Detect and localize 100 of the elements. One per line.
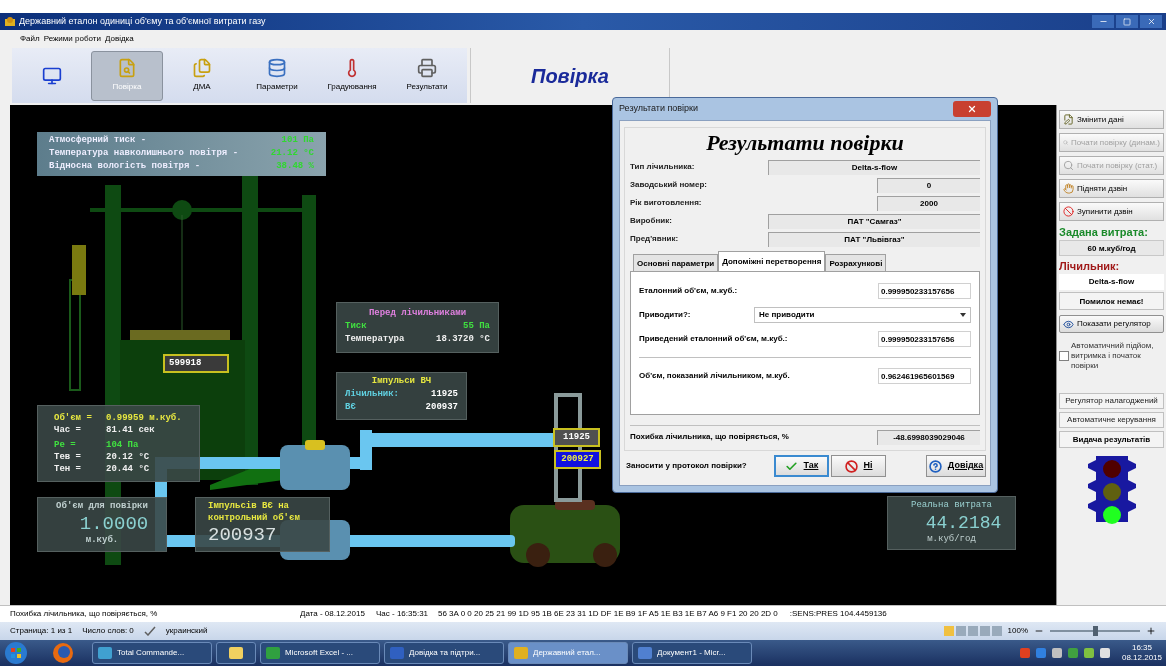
window-title: Державний еталон одиниці об'єму та об'ємної витрати газу (19, 14, 266, 28)
minimize-button[interactable] (1092, 15, 1114, 28)
maximize-icon (1123, 17, 1131, 26)
value-field: 0 (877, 177, 980, 193)
tab[interactable]: Розрахункові (825, 254, 887, 271)
toolbar-button[interactable]: Параметри (241, 50, 313, 101)
reading-label: Тиск (345, 320, 367, 333)
measurement-row: Об'єм = 0.99959 м.куб. (54, 412, 183, 424)
close-icon (1146, 17, 1156, 26)
word-count: Число слов: 0 (82, 625, 134, 637)
zoom-slider[interactable] (1050, 626, 1140, 636)
tab[interactable]: Допоміжні перетворення (718, 251, 826, 271)
search-icon (1063, 137, 1069, 148)
error-value-field: -48.6998039029046 (877, 429, 980, 445)
reading-label: Лічильник: (345, 388, 399, 401)
program-icon (389, 645, 405, 661)
side-button[interactable]: Підняти дзвін (1059, 179, 1164, 198)
field-label: Рік виготовлення: (630, 197, 702, 209)
bell-counter: 599918 (163, 354, 229, 373)
menu-item[interactable]: Режими роботи (43, 33, 101, 45)
value-field[interactable]: 0.962461965601569 (878, 368, 971, 384)
reading-value: 101 Па (281, 134, 314, 147)
reading-value: 200937 (425, 401, 458, 414)
zoom-in-icon[interactable] (1146, 626, 1156, 636)
field-label: Приведений еталонний об'єм, м.куб.: (639, 333, 788, 345)
side-button[interactable]: Змінити дані (1059, 110, 1164, 129)
checkbox-label: Автоматичний підйом, витримка і початок повірки (1071, 341, 1155, 371)
prompt-text: Заносити у протокол повірки? (626, 460, 748, 472)
close-icon (967, 104, 977, 114)
panel-title: Об'єм для повірки (56, 500, 148, 513)
zoom-level: 100% (1007, 625, 1028, 637)
reading-label: Відносна вологість повітря - (49, 160, 201, 173)
start-orb-icon[interactable] (4, 641, 28, 665)
status-message: Помилок немає! (1059, 292, 1164, 310)
field-label: Еталонний об'єм, м.куб.: (639, 285, 738, 297)
dialog-button[interactable]: Так (774, 455, 829, 477)
measurement-row-text: Тен = 20.44 °C (54, 463, 151, 475)
meter-counter: 200927 (554, 450, 601, 469)
value-field: 2000 (877, 195, 980, 211)
dialog-button[interactable]: Довідка (926, 455, 986, 477)
status-text: 56 3A 0 0 20 25 21 99 1D 95 1B 6E 23 31 1D DF 1E B9 1F A5 1E B3 1E B7 A6 9 F1 20 20 2D 0 (438, 609, 778, 618)
tray-icon[interactable] (1083, 648, 1094, 658)
dialog-title: Результати повірки (619, 102, 699, 116)
checkbox[interactable] (1059, 351, 1069, 361)
taskbar-button[interactable]: Microsoft Excel - ... (260, 642, 380, 664)
reading-value: 18.3720 °C (436, 333, 490, 346)
unit-label: м.куб/год (927, 532, 976, 546)
reading-value: 38.48 % (276, 160, 314, 173)
reading-value: 55 Па (463, 320, 490, 333)
menu-item[interactable]: Довідка (104, 33, 134, 45)
program-icon (97, 645, 113, 661)
tray-icon[interactable] (1099, 648, 1110, 658)
monitor-icon (42, 65, 62, 86)
menu-item[interactable]: Файл (20, 33, 40, 45)
maximize-button[interactable] (1116, 15, 1138, 28)
taskbar-button[interactable]: Довідка та підтри... (384, 642, 504, 664)
toolbar-button[interactable]: Результати (391, 50, 463, 101)
tray-icon[interactable] (1051, 648, 1062, 658)
printer-icon (417, 58, 437, 78)
toolbar-button[interactable]: Градуювання (316, 50, 388, 101)
unit-label: м.куб. (85, 533, 119, 547)
tab[interactable]: Основні параметри (633, 254, 719, 271)
taskbar-button[interactable]: Документ1 - Micr... (632, 642, 752, 664)
page-count: Страница: 1 из 1 (10, 625, 73, 637)
field-label: Пред'явник: (630, 233, 679, 245)
pulses-value: 200937 (208, 524, 278, 546)
close-button[interactable] (1140, 15, 1162, 28)
status-text: Час - 16:35:31 (376, 609, 429, 618)
dialog-button[interactable]: Ні (831, 455, 886, 477)
taskbar-button[interactable]: Total Commande... (92, 642, 212, 664)
mode-dropdown[interactable]: Не приводити (754, 307, 971, 323)
status-text: :SENS:PRES 104.4459136 (789, 609, 887, 618)
value-field: ПАТ "Львівгаз" (768, 231, 980, 247)
status-text: Дата - 08.12.2015 (300, 609, 365, 618)
close-button[interactable] (953, 101, 991, 117)
program-icon (228, 645, 244, 661)
value-field[interactable]: 0.999950233157656 (878, 331, 971, 347)
results-button[interactable]: Видача результатів (1059, 431, 1164, 448)
field-label: Заводський номер: (630, 179, 707, 191)
meter-name: Delta-s-flow (1059, 274, 1164, 290)
documents-icon (192, 58, 212, 78)
prohibited-icon (844, 459, 858, 473)
taskbar-button[interactable] (216, 642, 256, 664)
mode-button[interactable]: Автоматичне керування (1059, 412, 1164, 428)
mode-button[interactable]: Регулятор налагоджений (1059, 393, 1164, 409)
status-text: Похибка лічильника, що повіряється, % (10, 609, 158, 618)
value-field[interactable]: 0.999950233157656 (878, 283, 971, 299)
field-label: Тип лічильника: (630, 161, 695, 173)
side-button[interactable]: Зупинити дзвін (1059, 202, 1164, 221)
slider-thumb[interactable] (1092, 626, 1098, 636)
check-icon (784, 459, 798, 473)
browser-icon[interactable] (52, 642, 74, 664)
meter-counter: 11925 (553, 428, 600, 447)
toolbar-button[interactable]: ДМА (166, 50, 238, 101)
measurement-row-text: Ре = 104 Па (54, 439, 140, 451)
reading-value: 11925 (431, 388, 458, 401)
program-icon (637, 645, 653, 661)
show-regulator-button[interactable]: Показати регулятор (1059, 315, 1164, 333)
clock-date: 08.12.2015 (1121, 653, 1162, 663)
panel-title: Імпульсів ВЄ на контрольний об'єм (208, 500, 301, 524)
